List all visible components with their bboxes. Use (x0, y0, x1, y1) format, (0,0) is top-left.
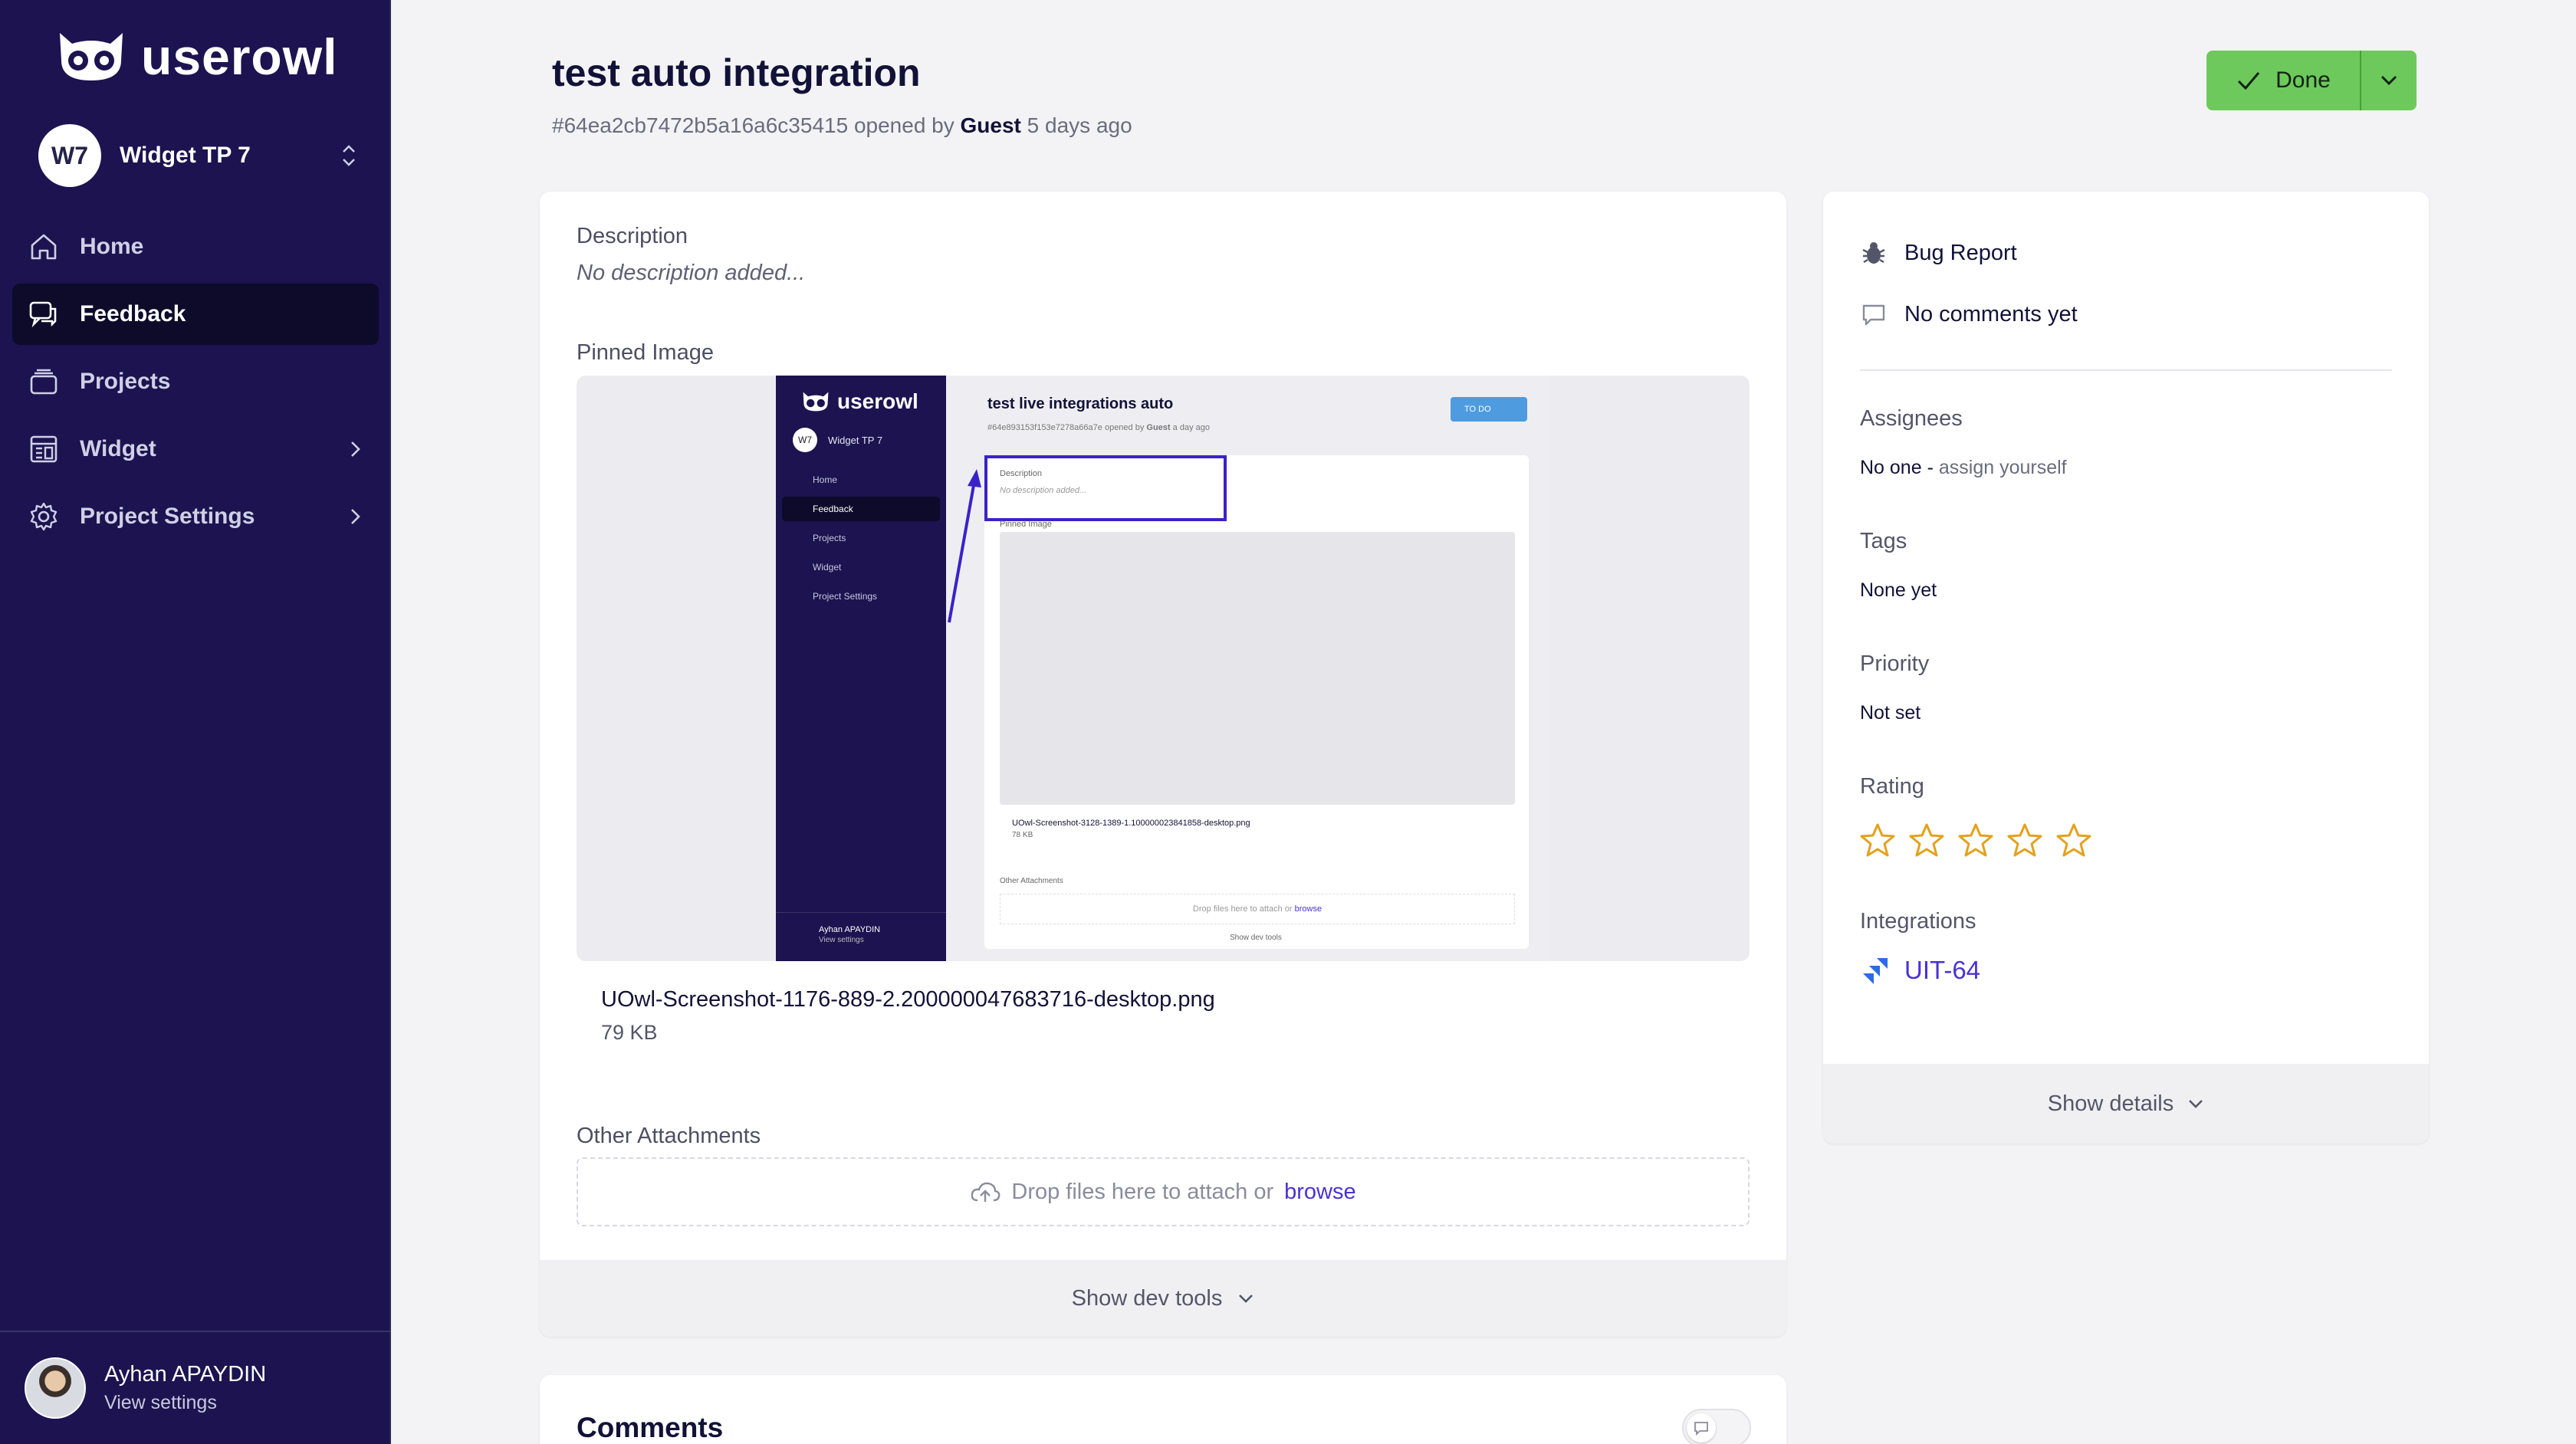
sidebar-item-widget[interactable]: Widget (12, 418, 379, 480)
opened-by-text: opened by (853, 113, 955, 137)
tags-value[interactable]: None yet (1860, 579, 1937, 602)
pinned-file-name[interactable]: UOwl-Screenshot-1176-889-2.2000000476837… (601, 987, 1215, 1012)
annotation-arrow-icon (948, 469, 981, 623)
brand-name: userowl (141, 28, 338, 85)
chevron-down-icon (2189, 1100, 2203, 1108)
integrations-label: Integrations (1860, 909, 1976, 934)
feedback-type-label: Bug Report (1904, 240, 2017, 265)
comment-icon (1694, 1422, 1708, 1436)
chevron-down-icon (1239, 1295, 1254, 1303)
brand-logo[interactable]: userowl (55, 28, 337, 86)
cloud-upload-icon (971, 1182, 1001, 1202)
details-card: Bug Report No comments yet Assignees No … (1823, 192, 2429, 1144)
home-icon (31, 234, 57, 260)
rating-stars (1858, 822, 2093, 860)
feedback-type[interactable]: Bug Report (1860, 239, 2017, 267)
priority-label: Priority (1860, 651, 1930, 676)
gear-icon (30, 502, 58, 531)
author-name: Guest (960, 113, 1021, 137)
sidebar-item-projects[interactable]: Projects (12, 351, 379, 412)
tags-label: Tags (1860, 529, 1907, 553)
done-button[interactable]: Done (2206, 51, 2360, 110)
chevron-right-icon (351, 509, 360, 524)
feedback-meta: #64ea2cb7472b5a16a6c35415 opened by Gues… (552, 113, 1132, 138)
assignees-none: No one (1860, 457, 1922, 478)
toggle-knob (1687, 1413, 1716, 1442)
owl-logo-icon (60, 33, 123, 80)
assign-yourself-link[interactable]: assign yourself (1939, 457, 2067, 478)
star-icon[interactable] (2055, 822, 2093, 860)
show-dev-tools-button[interactable]: Show dev tools (540, 1260, 1786, 1337)
view-settings-link[interactable]: View settings (104, 1392, 266, 1414)
sidebar-item-project-settings[interactable]: Project Settings (12, 486, 379, 547)
chevron-up-down-icon (343, 145, 355, 166)
star-icon[interactable] (1957, 822, 1995, 860)
pinned-image[interactable]: userowl W7 Widget TP 7 Home Feedback Pro… (577, 376, 1750, 961)
workspace-avatar: W7 (38, 124, 101, 187)
workspace-switcher[interactable]: W7 Widget TP 7 (38, 123, 360, 189)
integration-link[interactable]: UIT-64 (1860, 955, 1980, 986)
comments-title: Comments (577, 1412, 724, 1443)
sidebar-item-label: Feedback (80, 301, 186, 327)
assignees-value: No one - assign yourself (1860, 457, 2067, 478)
feedback-detail-card: Description No description added... Pinn… (540, 192, 1786, 1337)
sidebar-item-home[interactable]: Home (12, 216, 379, 277)
pinned-file-size: 79 KB (601, 1021, 658, 1044)
user-menu[interactable]: Ayhan APAYDIN View settings (0, 1331, 391, 1444)
show-details-button[interactable]: Show details (1823, 1064, 2429, 1144)
assignees-label: Assignees (1860, 406, 1963, 431)
done-label: Done (2275, 67, 2331, 93)
sidebar-nav: Home Feedback Projects Widget Project Se… (12, 216, 379, 553)
browse-link[interactable]: browse (1284, 1180, 1356, 1205)
sidebar-item-label: Project Settings (80, 504, 255, 529)
comments-count-label: No comments yet (1904, 301, 2078, 327)
folder-stack-icon (30, 369, 58, 395)
check-icon (2238, 72, 2260, 90)
comment-icon (1862, 304, 1885, 326)
star-icon[interactable] (1858, 822, 1897, 860)
rating-label: Rating (1860, 774, 1924, 799)
page-title: test auto integration (552, 51, 921, 94)
status-button-group: Done (2206, 51, 2417, 110)
chevron-right-icon (351, 441, 360, 457)
other-attachments-label: Other Attachments (577, 1124, 761, 1148)
bug-icon (1862, 242, 1885, 264)
integration-key: UIT-64 (1904, 956, 1981, 984)
user-name: Ayhan APAYDIN (104, 1362, 267, 1387)
dropzone-text: Drop files here to attach or (1011, 1179, 1274, 1204)
details-divider (1860, 369, 2392, 371)
avatar (25, 1357, 86, 1419)
sidebar-item-feedback[interactable]: Feedback (12, 284, 379, 345)
pinned-screenshot: userowl W7 Widget TP 7 Home Feedback Pro… (776, 376, 1550, 961)
comments-card: Comments (540, 1375, 1786, 1444)
jira-icon (1863, 958, 1888, 984)
star-icon[interactable] (1907, 822, 1946, 860)
comments-count[interactable]: No comments yet (1860, 300, 2078, 328)
star-icon[interactable] (2006, 822, 2044, 860)
comments-visibility-toggle[interactable] (1682, 1409, 1751, 1444)
sidebar: userowl W7 Widget TP 7 Home Feedback Pro… (0, 0, 391, 1444)
sidebar-item-label: Projects (80, 369, 171, 394)
show-details-label: Show details (2047, 1091, 2174, 1116)
sidebar-item-label: Widget (80, 436, 156, 461)
feedback-id: #64ea2cb7472b5a16a6c35415 (552, 113, 849, 137)
description-text[interactable]: No description added... (577, 261, 805, 286)
chat-bubbles-icon (29, 301, 57, 328)
pinned-image-label: Pinned Image (577, 340, 714, 365)
priority-value[interactable]: Not set (1860, 702, 1921, 724)
show-dev-tools-label: Show dev tools (1071, 1285, 1223, 1311)
chevron-down-icon (2380, 75, 2397, 86)
widget-layout-icon (30, 435, 58, 463)
description-label: Description (577, 224, 688, 248)
created-time: 5 days ago (1027, 113, 1132, 137)
sidebar-item-label: Home (80, 234, 144, 259)
workspace-name: Widget TP 7 (120, 143, 251, 168)
status-dropdown-button[interactable] (2360, 51, 2417, 110)
attachment-dropzone[interactable]: Drop files here to attach or browse (577, 1157, 1750, 1226)
